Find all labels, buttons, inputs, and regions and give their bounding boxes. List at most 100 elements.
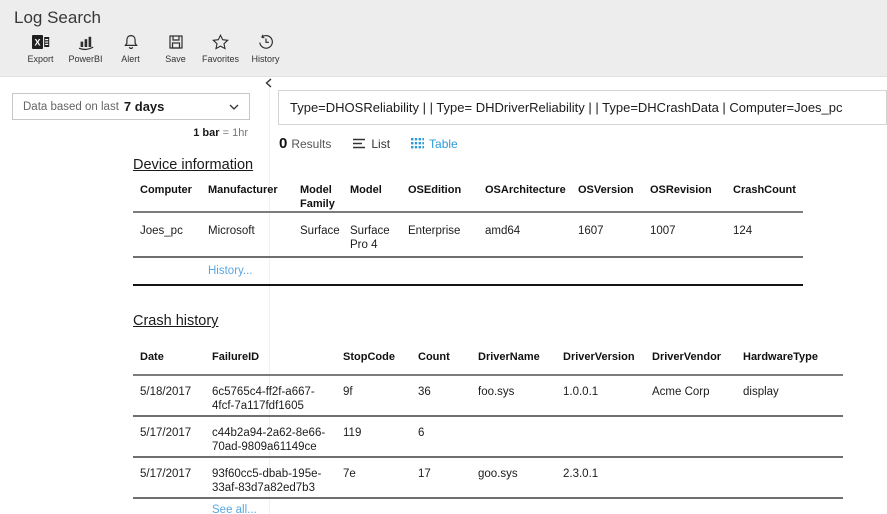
table-view-label: Table <box>429 137 458 151</box>
bar-scale-bold: 1 bar <box>193 127 219 139</box>
column-header: StopCode <box>343 350 418 375</box>
column-header: Date <box>133 350 212 375</box>
table-link-row: History... <box>133 257 803 285</box>
table-view-toggle[interactable]: Table <box>411 137 458 151</box>
column-header: OSEdition <box>408 183 485 212</box>
history-link[interactable]: History... <box>208 265 253 277</box>
cell <box>743 416 843 457</box>
cell: 6 <box>418 416 478 457</box>
history-icon <box>257 32 275 51</box>
device-information-table: ComputerManufacturerModel FamilyModelOSE… <box>133 183 803 286</box>
cell: 1.0.0.1 <box>563 375 652 416</box>
table-row: 5/17/2017c44b2a94-2a62-8e66-70ad-9809a61… <box>133 416 843 457</box>
query-text: Type=DHOSReliability | | Type= DHDriverR… <box>290 100 843 115</box>
column-header: FailureID <box>212 350 343 375</box>
results-count-label: Results <box>291 137 331 151</box>
export-button[interactable]: X Export <box>18 32 63 64</box>
bar-scale-label: 1 bar = 1hr <box>193 127 248 139</box>
device-information-heading: Device information <box>133 156 803 174</box>
cell: 93f60cc5-dbab-195e-33af-83d7a82ed7b3 <box>212 457 343 498</box>
cell <box>743 457 843 498</box>
save-label: Save <box>165 54 186 64</box>
column-header: Count <box>418 350 478 375</box>
results-count: 0 <box>279 135 287 152</box>
cell: Enterprise <box>408 212 485 257</box>
cell: 119 <box>343 416 418 457</box>
powerbi-button[interactable]: PowerBI <box>63 32 108 64</box>
cell: 9f <box>343 375 418 416</box>
column-header: DriverName <box>478 350 563 375</box>
cell <box>133 498 212 514</box>
cell: 1607 <box>578 212 650 257</box>
cell: 36 <box>418 375 478 416</box>
table-link-row: See all... <box>133 498 843 514</box>
alert-button[interactable]: Alert <box>108 32 153 64</box>
cell: 7e <box>343 457 418 498</box>
bell-icon <box>122 32 140 51</box>
chevron-down-icon <box>229 104 239 110</box>
column-header: Manufacturer <box>208 183 300 212</box>
cell <box>133 257 208 285</box>
column-header: DriverVersion <box>563 350 652 375</box>
history-button[interactable]: History <box>243 32 288 64</box>
cell <box>652 457 743 498</box>
column-header: OSRevision <box>650 183 733 212</box>
column-header: OSVersion <box>578 183 650 212</box>
crash-history-table: DateFailureIDStopCodeCountDriverNameDriv… <box>133 350 843 514</box>
time-range-value: 7 days <box>124 99 164 114</box>
table-grid-icon <box>411 138 424 149</box>
column-header: OSArchitecture <box>485 183 578 212</box>
list-view-label: List <box>371 137 390 151</box>
cell: Microsoft <box>208 212 300 257</box>
column-header: Model <box>350 183 408 212</box>
cell: 1007 <box>650 212 733 257</box>
cell: c44b2a94-2a62-8e66-70ad-9809a61149ce <box>212 416 343 457</box>
favorites-label: Favorites <box>202 54 239 64</box>
column-header: HardwareType <box>743 350 843 375</box>
results-bar: 0 Results List Table <box>279 135 458 152</box>
cell: Surface <box>300 212 350 257</box>
cell: 17 <box>418 457 478 498</box>
query-input[interactable]: Type=DHOSReliability | | Type= DHDriverR… <box>278 90 887 125</box>
cell: Surface Pro 4 <box>350 212 408 257</box>
cell: 124 <box>733 212 803 257</box>
cell: 5/17/2017 <box>133 457 212 498</box>
cell: See all... <box>212 498 843 514</box>
svg-text:X: X <box>34 37 40 47</box>
top-header: Log Search X Export <box>0 0 887 77</box>
table-row: Joes_pcMicrosoftSurfaceSurface Pro 4Ente… <box>133 212 803 257</box>
toolbar: X Export <box>18 32 288 64</box>
column-header: DriverVendor <box>652 350 743 375</box>
bar-scale-rest: = 1hr <box>223 127 248 139</box>
column-header: Model Family <box>300 183 350 212</box>
save-button[interactable]: Save <box>153 32 198 64</box>
powerbi-label: PowerBI <box>68 54 102 64</box>
cell: 6c5765c4-ff2f-a667-4fcf-7a117fdf1605 <box>212 375 343 416</box>
cell: goo.sys <box>478 457 563 498</box>
column-header: CrashCount <box>733 183 803 212</box>
star-icon <box>211 32 230 51</box>
cell: foo.sys <box>478 375 563 416</box>
time-range-prefix: Data based on last <box>23 101 119 113</box>
excel-export-icon: X <box>31 32 51 51</box>
favorites-button[interactable]: Favorites <box>198 32 243 64</box>
list-view-toggle[interactable]: List <box>352 137 390 151</box>
chevron-left-icon <box>265 78 272 88</box>
alert-label: Alert <box>121 54 140 64</box>
cell <box>652 416 743 457</box>
cell <box>563 416 652 457</box>
collapse-sidebar-button[interactable] <box>261 76 275 90</box>
export-label: Export <box>27 54 53 64</box>
list-icon <box>352 138 366 149</box>
see-all-link[interactable]: See all... <box>212 504 257 514</box>
crash-history-section: Crash history DateFailureIDStopCodeCount… <box>133 312 843 514</box>
cell: Acme Corp <box>652 375 743 416</box>
cell: Joes_pc <box>133 212 208 257</box>
table-row: 5/17/201793f60cc5-dbab-195e-33af-83d7a82… <box>133 457 843 498</box>
cell: amd64 <box>485 212 578 257</box>
cell: display <box>743 375 843 416</box>
log-search-page: Log Search X Export <box>0 0 887 514</box>
history-label: History <box>251 54 279 64</box>
time-range-dropdown[interactable]: Data based on last 7 days <box>12 93 250 120</box>
cell: 2.3.0.1 <box>563 457 652 498</box>
